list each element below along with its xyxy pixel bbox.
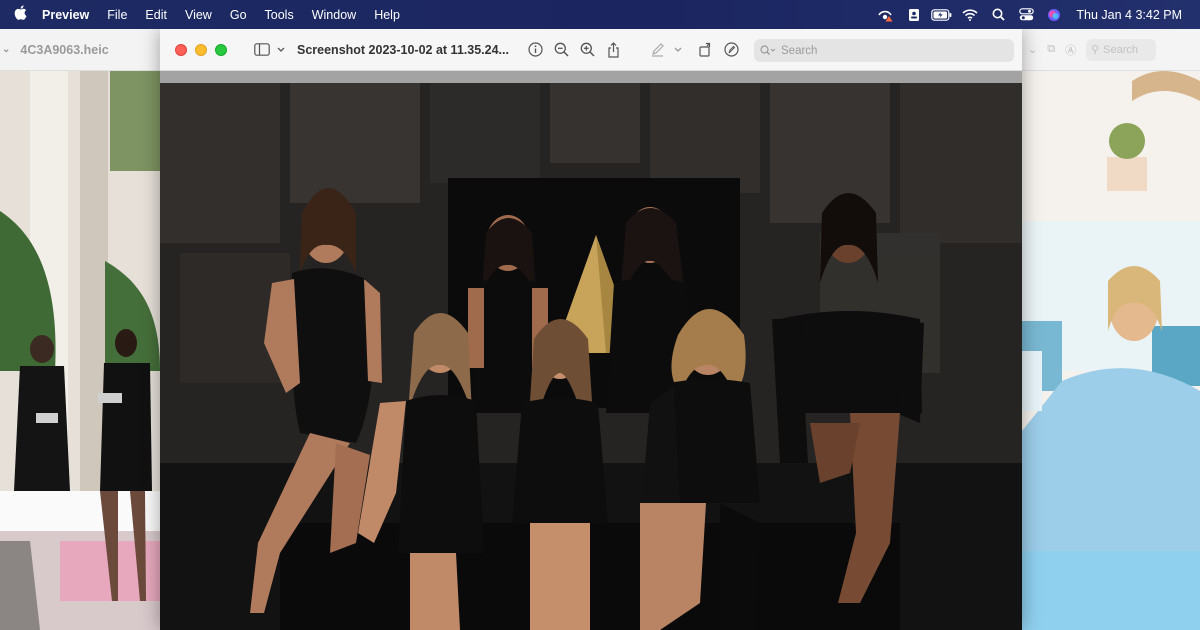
siri-icon[interactable] bbox=[1040, 0, 1068, 29]
screen-share-alert-icon[interactable] bbox=[872, 0, 900, 29]
right-window-search-field[interactable]: ⚲ Search bbox=[1086, 38, 1157, 61]
menubar-clock[interactable]: Thu Jan 4 3:42 PM bbox=[1068, 8, 1200, 22]
left-window-title: 4C3A9063.heic bbox=[20, 42, 109, 57]
info-icon[interactable] bbox=[523, 37, 549, 63]
window-title: Screenshot 2023-10-02 at 11.35.24... bbox=[297, 42, 509, 57]
preview-window[interactable]: Screenshot 2023-10-02 at 11.35.24... Sea… bbox=[160, 29, 1022, 630]
menu-app-name[interactable]: Preview bbox=[40, 8, 99, 22]
apple-menu-icon[interactable] bbox=[0, 5, 40, 24]
share-icon[interactable] bbox=[601, 37, 627, 63]
chevron-down-icon[interactable]: ⌄ bbox=[1028, 43, 1037, 56]
sidebar-toggle-icon[interactable] bbox=[249, 37, 275, 63]
markup-icon[interactable]: Ⓐ bbox=[1065, 42, 1076, 58]
background-preview-window-right[interactable]: ⌄ ⧉ Ⓐ ⚲ Search bbox=[1022, 29, 1200, 630]
contact-card-icon[interactable] bbox=[900, 0, 928, 29]
markup-pen-icon[interactable] bbox=[645, 37, 671, 63]
menu-bar: Preview File Edit View Go Tools Window H… bbox=[0, 0, 1200, 29]
background-preview-window-left[interactable]: ⌄ 4C3A9063.heic bbox=[0, 29, 160, 630]
preview-toolbar: Screenshot 2023-10-02 at 11.35.24... Sea… bbox=[160, 29, 1022, 71]
zoom-out-icon[interactable] bbox=[549, 37, 575, 63]
preview-image bbox=[160, 83, 1022, 630]
spotlight-search-icon[interactable] bbox=[984, 0, 1012, 29]
window-controls bbox=[175, 43, 227, 56]
close-button[interactable] bbox=[175, 43, 187, 56]
search-field[interactable]: Search bbox=[754, 39, 1014, 62]
menu-edit[interactable]: Edit bbox=[137, 8, 177, 22]
menu-go[interactable]: Go bbox=[222, 8, 257, 22]
menu-help[interactable]: Help bbox=[366, 8, 410, 22]
right-window-toolbar: ⌄ ⧉ Ⓐ ⚲ Search bbox=[1022, 29, 1200, 71]
left-window-image bbox=[0, 71, 160, 630]
search-icon: ⚲ bbox=[1091, 44, 1100, 56]
wifi-icon[interactable] bbox=[956, 0, 984, 29]
fullscreen-button[interactable] bbox=[215, 43, 227, 56]
right-window-search-placeholder: Search bbox=[1103, 43, 1138, 56]
rotate-icon[interactable] bbox=[693, 37, 719, 63]
menu-window[interactable]: Window bbox=[304, 8, 366, 22]
chevron-down-icon[interactable]: ⌄ bbox=[2, 44, 10, 55]
chevron-down-icon[interactable] bbox=[275, 37, 287, 63]
search-icon bbox=[760, 45, 776, 55]
rotate-icon[interactable]: ⧉ bbox=[1047, 43, 1055, 56]
left-window-toolbar: ⌄ 4C3A9063.heic bbox=[0, 29, 160, 71]
control-center-icon[interactable] bbox=[1012, 0, 1040, 29]
canvas-top-margin bbox=[160, 71, 1022, 83]
menu-file[interactable]: File bbox=[99, 8, 137, 22]
minimize-button[interactable] bbox=[195, 43, 207, 56]
search-placeholder: Search bbox=[781, 44, 818, 57]
menu-tools[interactable]: Tools bbox=[257, 8, 304, 22]
zoom-in-icon[interactable] bbox=[575, 37, 601, 63]
menu-view[interactable]: View bbox=[177, 8, 222, 22]
right-window-image bbox=[1022, 71, 1200, 630]
battery-charging-icon[interactable] bbox=[928, 0, 956, 29]
markup-toolbar-icon[interactable] bbox=[719, 37, 745, 63]
chevron-down-icon[interactable] bbox=[671, 37, 685, 63]
